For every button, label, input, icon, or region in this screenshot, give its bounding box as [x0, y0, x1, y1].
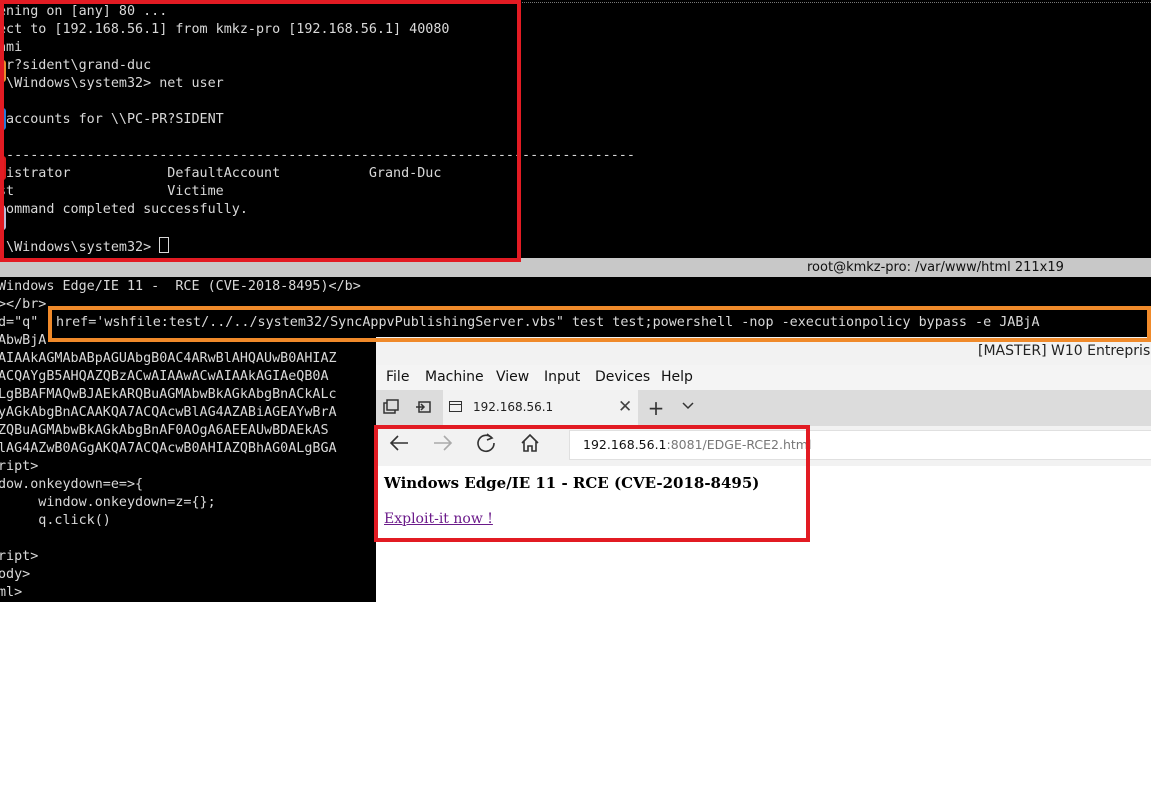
menu-input[interactable]: Input [544, 365, 580, 390]
terminal-line: ACQAYgB5AHQAZQBzACwAIAAwACwAIAAkAGIAeQB0… [0, 369, 329, 384]
terminal-line: LgBBAFMAQwBJAEkARQBuAGMAbwBkAGkAbgBnACkA… [0, 387, 337, 402]
tab-title: 192.168.56.1 [473, 400, 554, 414]
highlight-box-terminal [0, 0, 521, 262]
terminal-line: ript> [0, 549, 39, 564]
terminal-line: yAGkAbgBnACAAKQA7ACQAcwBlAG4AZABiAGEAYwB… [0, 405, 337, 420]
terminal-line: ml> [0, 585, 23, 600]
plus-icon[interactable]: + [647, 398, 665, 418]
vm-window[interactable]: [MASTER] W10 Entreprise File Machine Vie… [376, 337, 1151, 790]
terminal-line: ody> [0, 567, 31, 582]
highlight-box-payload [48, 306, 1151, 342]
terminal-line: ript> [0, 459, 39, 474]
terminal-line: ZQBuAGMAbwBkAGkAbgBnAF0AOgA6AEEAUwBDAEkA… [0, 423, 329, 438]
menu-file[interactable]: File [386, 365, 409, 390]
highlight-box-browser [374, 425, 810, 542]
set-aside-tabs-icon[interactable] [414, 399, 432, 417]
terminal-line: AIAAkAGMAbABpAGUAbgB0AC4ARwBlAHQAUwB0AHI… [0, 351, 337, 366]
vm-menu-bar: File Machine View Input Devices Help [376, 365, 1151, 390]
terminal-line: dow.onkeydown=e=>{ [0, 477, 144, 492]
chevron-down-icon[interactable] [679, 399, 697, 417]
menu-machine[interactable]: Machine [425, 365, 484, 390]
menu-help[interactable]: Help [661, 365, 693, 390]
menu-view[interactable]: View [496, 365, 529, 390]
tab-actions-icon[interactable] [382, 399, 400, 417]
browser-tab-bar: 192.168.56.1 ✕ + [376, 390, 1151, 426]
terminal-line: Windows Edge/IE 11 - RCE (CVE-2018-8495)… [0, 279, 361, 294]
close-icon[interactable]: ✕ [618, 397, 632, 417]
page-icon [449, 401, 462, 412]
terminal-title: root@kmkz-pro: /var/www/html 211x19 [807, 260, 1064, 275]
menu-devices[interactable]: Devices [595, 365, 650, 390]
terminal-line: q.click() [0, 513, 111, 528]
browser-tab[interactable]: 192.168.56.1 ✕ [443, 390, 638, 426]
terminal-line: lAG4AZwB0AGgAKQA7ACQAcwB0AHIAZQBhAG0ALgB… [0, 441, 337, 456]
terminal-line: window.onkeydown=z={}; [0, 495, 216, 510]
